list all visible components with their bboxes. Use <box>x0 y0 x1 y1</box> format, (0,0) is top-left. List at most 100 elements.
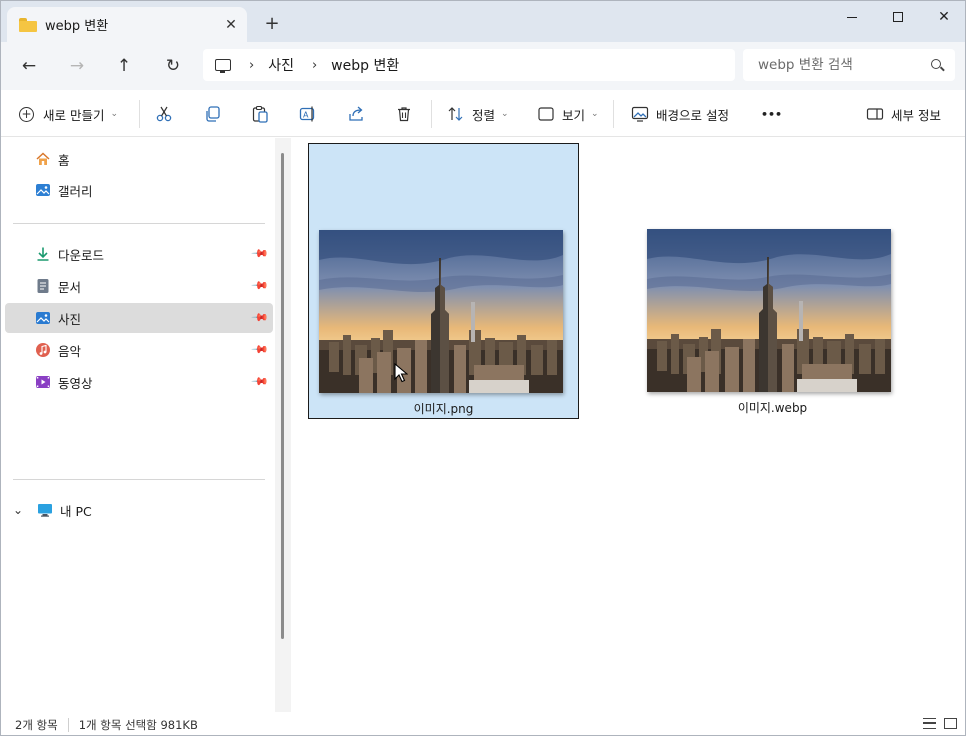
pictures-icon <box>36 312 50 324</box>
rename-icon: A <box>299 106 315 122</box>
refresh-button[interactable]: ↻ <box>157 50 189 82</box>
file-explorer-window: webp 변환 ✕ + ✕ ← → ↑ ↻ › 사진 › webp 변환 + <box>0 0 966 736</box>
window-controls: ✕ <box>829 1 965 33</box>
sidebar-item-label: 다운로드 <box>58 247 105 263</box>
computer-icon[interactable] <box>215 59 231 73</box>
new-button[interactable]: + 새로 만들기 ⌄ <box>19 98 118 130</box>
paste-button[interactable] <box>251 98 269 130</box>
sidebar-divider <box>13 479 265 480</box>
status-bar: 2개 항목 1개 항목 선택함 981KB <box>1 712 965 735</box>
sort-label: 정렬 <box>472 107 496 123</box>
forward-button[interactable]: → <box>61 50 93 82</box>
close-window-button[interactable]: ✕ <box>921 1 965 33</box>
chevron-down-icon[interactable]: ⌄ <box>13 503 27 517</box>
add-icon: + <box>19 106 34 122</box>
music-icon <box>36 343 50 357</box>
sidebar-item-documents[interactable]: 문서 📌 <box>5 271 273 301</box>
videos-icon <box>36 376 50 388</box>
details-pane-button[interactable]: 세부 정보 <box>866 98 941 130</box>
search-box[interactable] <box>743 49 955 81</box>
sidebar-item-label: 갤러리 <box>58 183 93 199</box>
toolbar-divider <box>613 100 614 128</box>
mouse-cursor-icon <box>394 363 408 383</box>
sidebar-item-home[interactable]: 홈 <box>5 144 273 174</box>
large-icons-view-icon[interactable] <box>944 718 957 729</box>
pin-icon[interactable]: 📌 <box>251 244 270 263</box>
details-view-icon[interactable] <box>923 718 936 729</box>
command-bar: + 새로 만들기 ⌄ A 정렬 ⌄ 보기 ⌄ 배경으로 설정 ••• 세부 정보 <box>1 90 965 137</box>
sort-button[interactable]: 정렬 ⌄ <box>447 98 509 130</box>
sidebar-item-music[interactable]: 음악 📌 <box>5 335 273 365</box>
breadcrumb-separator-icon[interactable]: › <box>249 58 254 73</box>
sidebar-item-pictures[interactable]: 사진 📌 <box>5 303 273 333</box>
sidebar-item-label: 사진 <box>58 311 82 327</box>
minimize-button[interactable] <box>829 1 875 33</box>
sidebar-divider <box>13 223 265 224</box>
search-input[interactable] <box>758 57 918 73</box>
cut-button[interactable] <box>155 98 173 130</box>
view-icon <box>538 107 554 121</box>
chevron-down-icon: ⌄ <box>501 109 509 119</box>
more-options-button[interactable]: ••• <box>761 98 782 130</box>
breadcrumb-pictures[interactable]: 사진 <box>268 55 294 75</box>
address-bar[interactable]: › 사진 › webp 변환 <box>203 49 735 81</box>
breadcrumb-webp-convert[interactable]: webp 변환 <box>331 55 399 75</box>
rename-button[interactable]: A <box>299 98 317 130</box>
city-skyline-image <box>647 229 891 392</box>
share-button[interactable] <box>347 98 365 130</box>
details-pane-icon <box>866 108 884 120</box>
sidebar-item-gallery[interactable]: 갤러리 <box>5 175 273 205</box>
sidebar-item-downloads[interactable]: 다운로드 📌 <box>5 239 273 269</box>
file-thumbnail <box>647 229 891 392</box>
file-item[interactable]: 이미지.png <box>308 143 579 419</box>
toolbar-divider <box>139 100 140 128</box>
title-bar: webp 변환 ✕ + ✕ <box>1 1 965 42</box>
documents-icon <box>37 279 49 293</box>
close-tab-button[interactable]: ✕ <box>217 11 245 39</box>
item-count: 2개 항목 <box>15 717 58 732</box>
maximize-icon <box>893 12 903 22</box>
trash-icon <box>398 107 410 122</box>
chevron-down-icon: ⌄ <box>591 109 599 119</box>
sidebar-item-label: 음악 <box>58 343 82 359</box>
set-as-background-button[interactable]: 배경으로 설정 <box>631 98 729 130</box>
sidebar-item-label: 홈 <box>58 152 70 168</box>
view-button[interactable]: 보기 ⌄ <box>537 98 599 130</box>
pin-icon[interactable]: 📌 <box>251 308 270 327</box>
pin-icon[interactable]: 📌 <box>251 372 270 391</box>
sidebar-item-label: 내 PC <box>60 503 92 519</box>
copy-button[interactable] <box>204 98 222 130</box>
sidebar-item-this-pc[interactable]: ⌄ 내 PC <box>5 495 273 525</box>
new-tab-button[interactable]: + <box>259 10 285 36</box>
set-as-background-label: 배경으로 설정 <box>656 107 729 123</box>
pin-icon[interactable]: 📌 <box>251 340 270 359</box>
gallery-icon <box>36 184 50 196</box>
file-list: 이미지.png 이미지.webp <box>291 138 965 712</box>
tab-title: webp 변환 <box>45 19 109 34</box>
up-button[interactable]: ↑ <box>108 50 140 82</box>
file-name: 이미지.webp <box>737 401 808 415</box>
maximize-button[interactable] <box>875 1 921 33</box>
svg-text:A: A <box>303 111 309 120</box>
sidebar-item-videos[interactable]: 동영상 📌 <box>5 367 273 397</box>
pin-icon[interactable]: 📌 <box>251 276 270 295</box>
wallpaper-icon <box>631 106 649 122</box>
navigation-scrollbar-thumb[interactable] <box>281 153 284 639</box>
back-button[interactable]: ← <box>13 50 45 82</box>
city-skyline-image <box>319 230 563 393</box>
tab-webp-convert[interactable]: webp 변환 ✕ <box>7 7 247 42</box>
minimize-icon <box>847 16 857 18</box>
selection-info: 1개 항목 선택함 981KB <box>78 717 198 732</box>
this-pc-icon <box>38 504 52 517</box>
toolbar-divider <box>431 100 432 128</box>
new-label: 새로 만들기 <box>43 107 105 123</box>
search-icon[interactable] <box>931 59 941 69</box>
chevron-down-icon: ⌄ <box>110 109 119 119</box>
file-thumbnail <box>319 230 563 393</box>
breadcrumb-separator-icon[interactable]: › <box>312 58 317 73</box>
file-item[interactable]: 이미지.webp <box>637 143 908 419</box>
delete-button[interactable] <box>395 98 413 130</box>
navigation-pane: 홈 갤러리 다운로드 📌 문서 📌 사진 📌 음악 📌 동영상 📌 ⌄ 내 PC <box>1 138 275 712</box>
view-toggles <box>923 718 957 729</box>
address-row: ← → ↑ ↻ › 사진 › webp 변환 <box>1 42 965 90</box>
